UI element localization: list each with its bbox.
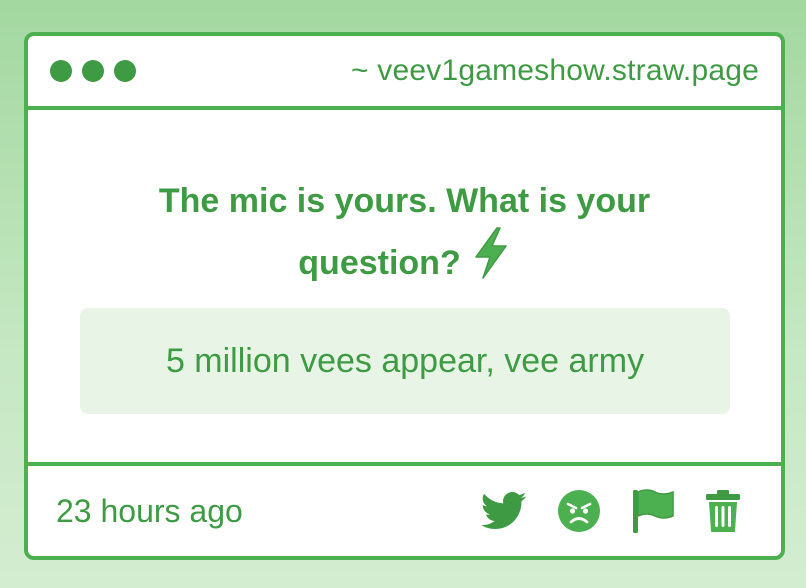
trash-icon	[706, 490, 740, 532]
flag-icon	[633, 489, 674, 533]
question-title-text: The mic is yours. What is your question?	[158, 182, 651, 282]
question-content: The mic is yours. What is your question?…	[28, 110, 781, 466]
action-bar	[481, 488, 741, 534]
answer-box: 5 million vees appear, vee army	[80, 308, 730, 414]
window-dot	[50, 60, 72, 82]
report-flag-button[interactable]	[631, 488, 675, 534]
question-title: The mic is yours. What is your question?	[28, 172, 781, 300]
card-footer: 23 hours ago	[28, 466, 781, 556]
answer-text: 5 million vees appear, vee army	[165, 341, 645, 380]
window-dot	[114, 60, 136, 82]
lightning-bolt-icon	[471, 227, 511, 297]
twitter-share-button[interactable]	[481, 491, 527, 531]
question-card: ~ veev1gameshow.straw.page The mic is yo…	[24, 32, 785, 560]
page-url: ~ veev1gameshow.straw.page	[351, 54, 759, 87]
delete-button[interactable]	[705, 489, 741, 533]
react-angry-button[interactable]	[557, 489, 601, 533]
angry-face-icon	[558, 490, 600, 532]
timestamp: 23 hours ago	[56, 492, 243, 529]
twitter-icon	[481, 492, 527, 530]
window-titlebar: ~ veev1gameshow.straw.page	[28, 36, 781, 110]
window-dot	[82, 60, 104, 82]
window-dots	[50, 60, 136, 82]
